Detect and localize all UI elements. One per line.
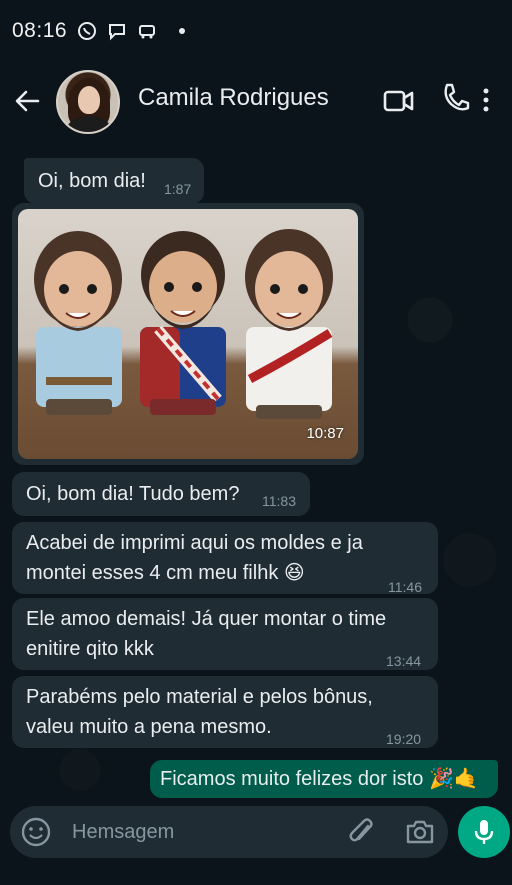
notification-dot-icon <box>179 28 186 34</box>
message-text: Ele amoo demais! Já quer montar o time e… <box>26 608 387 660</box>
whatsapp-icon <box>77 21 97 41</box>
message-time: 1:87 <box>164 181 192 197</box>
kebab-menu-icon <box>483 88 489 112</box>
video-camera-icon <box>383 90 414 112</box>
message-bubble-outgoing[interactable]: Ficamos muito felizes dor isto 🎉🤙 <box>150 760 498 798</box>
avatar-face <box>78 86 100 114</box>
paperclip-icon <box>349 818 373 842</box>
emoji-button[interactable] <box>20 816 52 848</box>
image-time: 10:87 <box>306 425 344 442</box>
message-bubble-incoming[interactable]: Ele amoo demais! Já quer montar o time e… <box>12 598 438 670</box>
message-text: Parabéms pelo material e pelos bônus, va… <box>26 686 373 738</box>
message-text: Oi, bom dia! <box>38 170 146 192</box>
message-text: Ficamos muito felizes dor isto 🎉🤙 <box>160 768 479 790</box>
message-bubble-incoming[interactable]: Oi, bom dia! Tudo bem? 11:83 <box>12 472 310 516</box>
message-bubble-incoming[interactable]: Oi, bom dia! 1:87 <box>24 158 204 204</box>
message-time: 11:83 <box>262 493 296 509</box>
avatar[interactable] <box>56 70 120 134</box>
message-time: 13:44 <box>386 653 422 669</box>
status-bar: 08:16 <box>0 0 512 62</box>
message-input[interactable] <box>72 816 332 848</box>
phone-icon <box>444 83 470 111</box>
attach-button[interactable] <box>346 816 378 848</box>
microphone-icon <box>474 820 494 844</box>
message-composer <box>10 806 448 858</box>
camera-icon <box>406 820 434 844</box>
camera-button[interactable] <box>404 816 436 848</box>
image-message[interactable]: 10:87 <box>12 203 364 465</box>
message-time: 19:20 <box>386 731 422 747</box>
more-options-button[interactable] <box>478 84 494 116</box>
chat-header: Camila Rodrigues <box>0 62 512 146</box>
emoji-icon <box>21 817 51 847</box>
message-text: Oi, bom dia! Tudo bem? <box>26 483 240 505</box>
message-bubble-incoming[interactable]: Parabéms pelo material e pelos bônus, va… <box>12 676 438 748</box>
message-bubble-incoming[interactable]: Acabei de imprimi aqui os moldes e ja mo… <box>12 522 438 595</box>
mic-button[interactable] <box>458 806 510 858</box>
video-call-button[interactable] <box>382 86 416 116</box>
photo-figures[interactable]: 10:87 <box>18 209 358 459</box>
voice-call-button[interactable] <box>440 82 470 114</box>
arrow-left-icon <box>15 90 40 112</box>
chat-icon <box>107 21 127 41</box>
status-time: 08:16 <box>12 19 68 42</box>
car-icon <box>137 21 157 41</box>
message-text: Acabei de imprimi aqui os moldes e ja mo… <box>26 532 363 584</box>
contact-name[interactable]: Camila Rodrigues <box>138 84 329 112</box>
back-button[interactable] <box>12 86 42 116</box>
